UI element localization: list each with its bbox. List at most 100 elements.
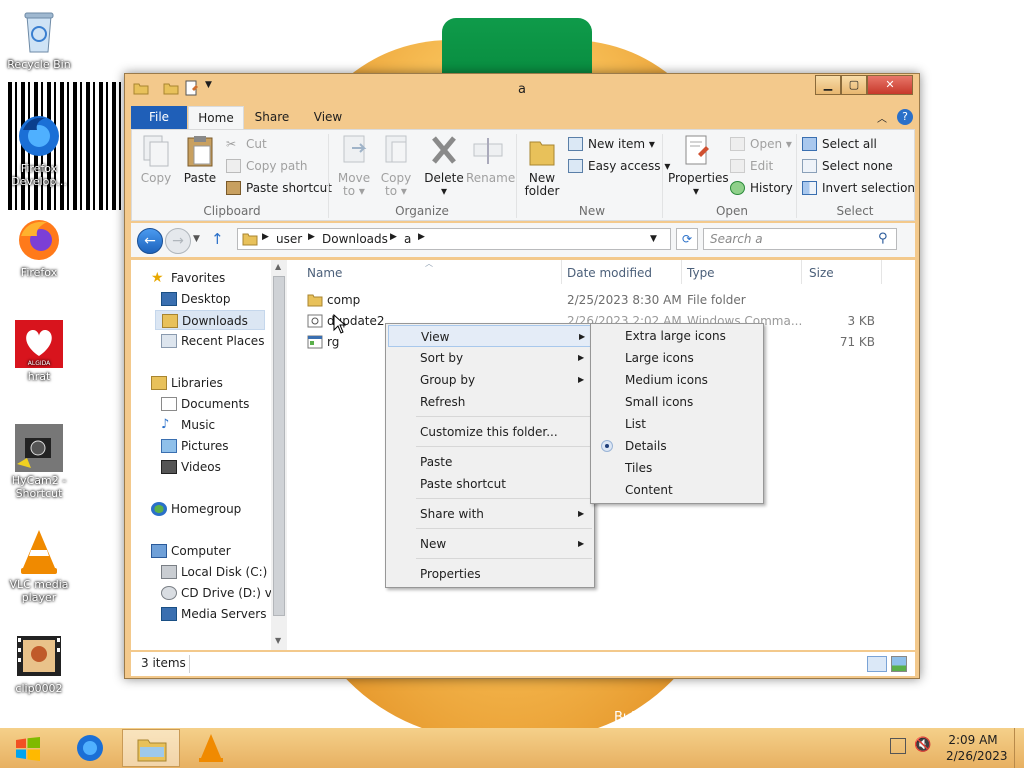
nav-downloads[interactable]: Downloads — [155, 310, 265, 330]
scroll-up-icon[interactable]: ▲ — [275, 262, 281, 271]
taskbar-firefox-developer[interactable] — [62, 729, 120, 767]
breadcrumb-downloads[interactable]: Downloads — [322, 232, 388, 246]
navigation-scrollbar[interactable]: ▲ ▼ — [271, 260, 287, 650]
move-to-button[interactable]: Move to ▾ — [336, 134, 372, 198]
tab-file[interactable]: File — [131, 106, 187, 130]
search-icon[interactable]: ⚲ — [878, 231, 888, 246]
select-none-button[interactable]: Select none — [802, 156, 893, 176]
nav-desktop[interactable]: Desktop — [161, 289, 231, 309]
history-button[interactable]: History — [730, 178, 793, 198]
nav-cd-drive[interactable]: CD Drive (D:) virt — [161, 583, 285, 603]
collapse-ribbon-icon[interactable]: ︿ — [877, 110, 887, 125]
desktop-icon-vlc[interactable]: VLC media player — [5, 528, 73, 604]
recent-locations-icon[interactable]: ▼ — [193, 234, 200, 244]
menu-item-view[interactable]: View ▶ — [388, 325, 592, 347]
nav-videos[interactable]: Videos — [161, 457, 221, 477]
desktop-icon-hycam[interactable]: HyCam2 - Shortcut — [5, 424, 73, 500]
copy-to-button[interactable]: Copy to ▾ — [378, 134, 414, 198]
view-option-list[interactable]: List — [593, 413, 761, 435]
menu-item-paste[interactable]: Paste — [388, 451, 592, 473]
column-header-type[interactable]: Type — [687, 266, 715, 280]
close-button[interactable]: ✕ — [867, 75, 913, 95]
nav-libraries[interactable]: Libraries — [151, 373, 223, 393]
open-button[interactable]: Open ▾ — [730, 134, 792, 154]
breadcrumb-separator[interactable]: ▶ — [418, 232, 425, 242]
breadcrumb-user[interactable]: user — [276, 232, 302, 246]
forward-button[interactable]: → — [165, 228, 191, 254]
nav-homegroup[interactable]: Homegroup — [151, 499, 241, 519]
menu-item-group-by[interactable]: Group by ▶ — [388, 369, 592, 391]
desktop-icon-firefox-developer[interactable]: Firefox Develop... — [5, 112, 73, 188]
tab-share[interactable]: Share — [247, 106, 297, 130]
nav-documents[interactable]: Documents — [161, 394, 249, 414]
show-desktop-button[interactable] — [1014, 728, 1024, 768]
scrollbar-thumb[interactable] — [273, 276, 285, 616]
maximize-button[interactable]: ▢ — [841, 75, 867, 95]
table-row[interactable]: comp 2/25/2023 8:30 AM File folder — [289, 290, 915, 310]
taskbar-file-explorer[interactable] — [122, 729, 180, 767]
breadcrumb-a[interactable]: a — [404, 232, 411, 246]
view-option-large-icons[interactable]: Large icons — [593, 347, 761, 369]
desktop-icon-clip0002[interactable]: clip0002 — [5, 632, 73, 695]
easy-access-button[interactable]: Easy access ▾ — [568, 156, 670, 176]
select-all-button[interactable]: Select all — [802, 134, 877, 154]
new-folder-button[interactable]: New folder — [522, 134, 562, 198]
large-icons-view-icon[interactable] — [891, 656, 907, 672]
tab-view[interactable]: View — [303, 106, 353, 130]
invert-selection-button[interactable]: Invert selection — [802, 178, 915, 198]
column-header-name[interactable]: Name — [307, 266, 342, 280]
details-view-icon[interactable] — [867, 656, 887, 672]
address-dropdown-icon[interactable]: ▼ — [650, 234, 657, 244]
taskbar-vlc[interactable] — [182, 729, 240, 767]
help-icon[interactable]: ? — [897, 109, 913, 125]
nav-media-servers[interactable]: Media Servers — [161, 604, 266, 624]
menu-item-sort-by[interactable]: Sort by ▶ — [388, 347, 592, 369]
cut-button[interactable]: ✂ Cut — [226, 134, 267, 154]
minimize-button[interactable]: ▁ — [815, 75, 841, 95]
nav-music[interactable]: ♪ Music — [161, 415, 215, 435]
breadcrumb-separator[interactable]: ▶ — [262, 232, 269, 242]
back-button[interactable]: ← — [137, 228, 163, 254]
desktop-icon-firefox[interactable]: Firefox — [5, 216, 73, 279]
copy-path-button[interactable]: Copy path — [226, 156, 308, 176]
view-option-small-icons[interactable]: Small icons — [593, 391, 761, 413]
menu-item-properties[interactable]: Properties — [388, 563, 592, 585]
paste-button[interactable]: Paste — [180, 134, 220, 185]
title-bar[interactable]: ▼ a ▁ ▢ ✕ — [125, 74, 919, 104]
menu-item-customize-folder[interactable]: Customize this folder... — [388, 421, 592, 443]
network-icon[interactable] — [890, 738, 906, 754]
column-header-size[interactable]: Size — [809, 266, 834, 280]
clock[interactable]: 2:09 AM 2/26/2023 — [946, 732, 1008, 764]
view-option-tiles[interactable]: Tiles — [593, 457, 761, 479]
search-input[interactable]: Search a — [710, 232, 763, 246]
nav-computer[interactable]: Computer — [151, 541, 231, 561]
scroll-down-icon[interactable]: ▼ — [275, 636, 281, 645]
view-option-extra-large-icons[interactable]: Extra large icons — [593, 325, 761, 347]
view-option-details[interactable]: Details — [593, 435, 761, 457]
rename-button[interactable]: Rename — [466, 134, 515, 185]
breadcrumb-separator[interactable]: ▶ — [308, 232, 315, 242]
menu-item-share-with[interactable]: Share with ▶ — [388, 503, 592, 525]
tab-home[interactable]: Home — [188, 106, 244, 130]
search-box[interactable]: Search a ⚲ — [703, 228, 897, 250]
delete-button[interactable]: Delete ▾ — [424, 134, 464, 198]
refresh-icon[interactable]: ⟳ — [676, 228, 698, 250]
new-item-button[interactable]: New item ▾ — [568, 134, 655, 154]
start-button[interactable] — [0, 729, 66, 767]
volume-muted-icon[interactable]: 🔇 — [914, 737, 931, 753]
desktop-icon-hrat[interactable]: ALGIDA hrat — [5, 320, 73, 383]
desktop-icon-recycle-bin[interactable]: Recycle Bin — [5, 8, 73, 71]
edit-button[interactable]: Edit — [730, 156, 773, 176]
view-option-content[interactable]: Content — [593, 479, 761, 501]
copy-button[interactable]: Copy — [138, 134, 174, 185]
paste-shortcut-button[interactable]: Paste shortcut — [226, 178, 332, 198]
up-arrow-icon[interactable]: ↑ — [211, 230, 224, 248]
menu-item-new[interactable]: New ▶ — [388, 533, 592, 555]
nav-pictures[interactable]: Pictures — [161, 436, 229, 456]
address-bar[interactable]: ▶ user ▶ Downloads ▶ a ▶ ▼ — [237, 228, 671, 250]
nav-recent-places[interactable]: Recent Places — [161, 331, 264, 351]
breadcrumb-separator[interactable]: ▶ — [390, 232, 397, 242]
column-header-date[interactable]: Date modified — [567, 266, 652, 280]
menu-item-paste-shortcut[interactable]: Paste shortcut — [388, 473, 592, 495]
properties-button[interactable]: Properties ▾ — [668, 134, 729, 198]
